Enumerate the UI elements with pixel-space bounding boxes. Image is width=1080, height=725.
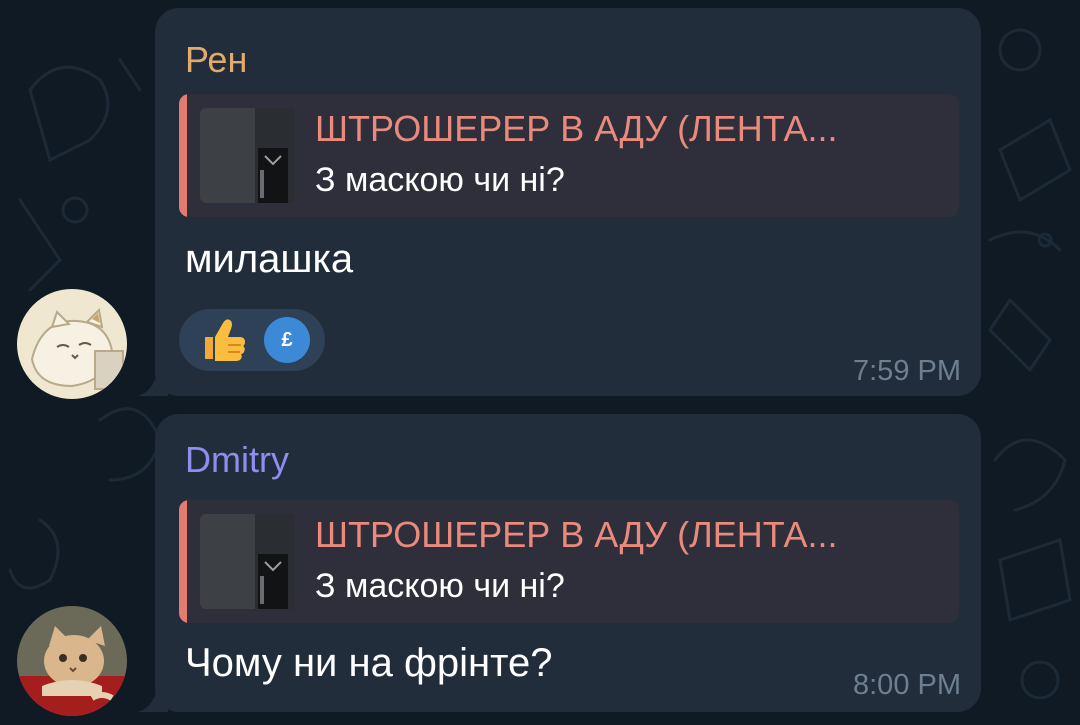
message-text: милашка: [185, 237, 354, 281]
photo-thumbnail-icon: [200, 514, 295, 609]
reaction-user-avatar[interactable]: £: [264, 317, 310, 363]
reply-bar: [179, 94, 187, 217]
thumbs-up-icon[interactable]: [199, 317, 249, 363]
message-time: 8:00 PM: [853, 669, 961, 701]
avatar-dmitry[interactable]: [17, 606, 127, 716]
avatar-ren[interactable]: [17, 289, 127, 399]
reply-text: З маскою чи ні?: [315, 567, 565, 605]
sender-name[interactable]: Dmitry: [185, 440, 289, 480]
photo-thumbnail-icon: [200, 108, 295, 203]
message-bubble[interactable]: Dmitry ШТРОШЕРЕР В АДУ (ЛЕНТА... З маско…: [155, 414, 981, 712]
reply-title: ШТРОШЕРЕР В АДУ (ЛЕНТА...: [315, 108, 838, 149]
sender-name[interactable]: Рен: [185, 40, 247, 80]
message-time: 7:59 PM: [853, 355, 961, 387]
kitten-painting-avatar: [17, 606, 127, 716]
reply-title: ШТРОШЕРЕР В АДУ (ЛЕНТА...: [315, 514, 838, 555]
reply-bar: [179, 500, 187, 623]
reply-thumbnail: [200, 514, 295, 609]
reply-thumbnail: [200, 108, 295, 203]
cat-drawing-avatar: [17, 289, 127, 399]
message-text: Чому ни на фрінте?: [185, 641, 553, 685]
reply-preview[interactable]: ШТРОШЕРЕР В АДУ (ЛЕНТА... З маскою чи ні…: [179, 94, 959, 217]
reply-text: З маскою чи ні?: [315, 161, 565, 199]
reactions-bar[interactable]: £: [179, 309, 325, 371]
message-bubble[interactable]: Рен ШТРОШЕРЕР В АДУ (ЛЕНТА... З маскою ч…: [155, 8, 981, 396]
reply-preview[interactable]: ШТРОШЕРЕР В АДУ (ЛЕНТА... З маскою чи ні…: [179, 500, 959, 623]
